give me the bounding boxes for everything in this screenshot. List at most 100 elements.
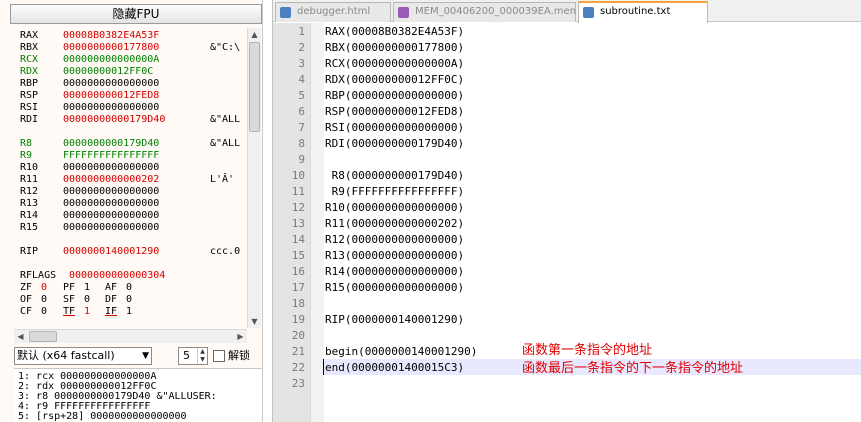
horizontal-scroll-thumb[interactable] (29, 331, 57, 342)
register-name: RDX (20, 66, 39, 77)
flag-pf-value[interactable]: 1 (84, 282, 90, 294)
register-value[interactable]: 0000000000179D40 (63, 138, 159, 150)
code-line[interactable]: R14(0000000000000000) (325, 264, 464, 280)
register-row-r9[interactable]: R9 FFFFFFFFFFFFFFFF (20, 150, 248, 162)
register-value[interactable]: 0000000000000000 (63, 210, 159, 222)
register-value[interactable]: 0000000000000000 (63, 78, 159, 90)
register-row-rbx[interactable]: RBX 0000000000177800 &"C:\ (20, 42, 248, 54)
registers-vertical-scrollbar[interactable]: ▲ ▼ (247, 28, 261, 328)
register-value[interactable]: 0000000000000000 (63, 222, 159, 234)
register-value[interactable]: 0000000000000000 (63, 162, 159, 174)
line-number: 5 (298, 89, 305, 102)
scroll-right-arrow-icon[interactable]: ▶ (234, 330, 247, 343)
code-line[interactable]: RSI(0000000000000000) (325, 120, 464, 136)
register-row-rdi[interactable]: RDI 00000000000179D40 &"ALL (20, 114, 248, 126)
calling-convention-select[interactable]: 默认 (x64 fastcall) ▼ (14, 347, 152, 365)
register-value[interactable]: FFFFFFFFFFFFFFFF (63, 150, 159, 162)
rflags-row[interactable]: RFLAGS 0000000000000304 (20, 270, 248, 282)
scroll-up-arrow-icon[interactable]: ▲ (248, 28, 261, 41)
register-row-rip[interactable]: RIP 0000000140001290 ccc.0 (20, 246, 248, 258)
line-number: 1 (298, 25, 305, 38)
argument-count-spinner[interactable]: 5 ▲ ▼ (178, 347, 208, 365)
tab-mem-00406200-000039ea[interactable]: MEM_00406200_000039EA.mem (393, 2, 576, 22)
register-value[interactable]: 00008B0382E4A53F (63, 30, 159, 42)
code-line[interactable]: R10(0000000000000000) (325, 200, 464, 216)
register-value[interactable]: 0000000000000000 (63, 186, 159, 198)
register-value[interactable]: 0000000000000202 (63, 174, 159, 186)
register-row-r10[interactable]: R10 0000000000000000 (20, 162, 248, 174)
lock-checkbox[interactable] (213, 350, 225, 362)
scroll-left-arrow-icon[interactable]: ◀ (14, 330, 27, 343)
register-value[interactable]: 0000000140001290 (63, 246, 159, 258)
code-line[interactable]: RDI(0000000000179D40) (325, 136, 464, 152)
tab-subroutine[interactable]: subroutine.txt (578, 1, 708, 23)
code-line[interactable]: RBP(0000000000000000) (325, 88, 464, 104)
register-value[interactable]: 000000000012FED8 (63, 90, 159, 102)
register-row-r8[interactable]: R8 0000000000179D40 &"ALL (20, 138, 248, 150)
register-name: R11 (20, 174, 39, 185)
flag-cf-value[interactable]: 0 (41, 306, 47, 318)
flag-df-value[interactable]: 0 (126, 294, 132, 306)
code-line[interactable]: RIP(0000000140001290) (325, 312, 464, 328)
register-row-r15[interactable]: R15 0000000000000000 (20, 222, 248, 234)
code-line[interactable]: RBX(0000000000177800) (325, 40, 464, 56)
spinner-arrows-icon[interactable]: ▲ ▼ (197, 348, 207, 364)
register-row-r11[interactable]: R11 0000000000000202 L'Â' (20, 174, 248, 186)
register-value[interactable]: 0000000000177800 (63, 42, 159, 54)
line-number: 8 (298, 137, 305, 150)
code-line[interactable]: begin(0000000140001290) (325, 344, 477, 360)
register-value[interactable]: 00000000000179D40 (63, 114, 165, 126)
scroll-down-arrow-icon[interactable]: ▼ (248, 315, 261, 328)
dropdown-arrow-icon[interactable]: ▼ (142, 348, 149, 364)
code-line[interactable]: R11(0000000000000202) (325, 216, 464, 232)
flag-sf-value[interactable]: 0 (84, 294, 90, 306)
register-row-r13[interactable]: R13 0000000000000000 (20, 198, 248, 210)
register-comment: &"ALL (210, 138, 241, 149)
register-value[interactable]: 0000000000000000 (63, 198, 159, 210)
code-line[interactable]: R8(0000000000179D40) (325, 168, 464, 184)
flag-pf-name: PF (63, 282, 76, 293)
registers-horizontal-scrollbar[interactable]: ◀ ▶ (14, 329, 247, 343)
register-row-r12[interactable]: R12 0000000000000000 (20, 186, 248, 198)
register-row-rbp[interactable]: RBP 0000000000000000 (20, 78, 248, 90)
register-row-rcx[interactable]: RCX 000000000000000A (20, 54, 248, 66)
flag-tf-value[interactable]: 1 (84, 306, 90, 318)
argument-row[interactable]: 5: [rsp+28] 0000000000000000 (18, 411, 187, 422)
line-number: 11 (291, 185, 305, 198)
code-line[interactable]: RAX(00008B0382E4A53F) (325, 24, 464, 40)
code-line[interactable]: R9(FFFFFFFFFFFFFFFF) (325, 184, 464, 200)
code-line[interactable]: R12(0000000000000000) (325, 232, 464, 248)
code-line[interactable]: R13(0000000000000000) (325, 248, 464, 264)
line-number: 20 (291, 329, 305, 342)
code-line[interactable]: end(00000001400015C3) (325, 360, 464, 376)
code-line[interactable]: RSP(000000000012FED8) (325, 104, 464, 120)
register-name: RAX (20, 30, 39, 41)
register-row-r14[interactable]: R14 0000000000000000 (20, 210, 248, 222)
register-value[interactable]: 000000000000000A (63, 54, 159, 66)
tab-label: MEM_00406200_000039EA.mem (415, 6, 576, 17)
code-line[interactable]: R15(0000000000000000) (325, 280, 464, 296)
file-icon (583, 7, 594, 18)
flag-if-value[interactable]: 1 (126, 306, 132, 318)
register-row-rsp[interactable]: RSP 000000000012FED8 (20, 90, 248, 102)
vertical-scroll-thumb[interactable] (249, 42, 260, 132)
code-line[interactable]: RDX(000000000012FF0C) (325, 72, 464, 88)
line-number: 7 (298, 121, 305, 134)
register-name: R9 (20, 150, 33, 161)
register-row-rdx[interactable]: RDX 00000000012FF0C (20, 66, 248, 78)
flag-zf-value[interactable]: 0 (41, 282, 47, 294)
flag-tf-name: TF (63, 306, 76, 317)
line-number: 6 (298, 105, 305, 118)
register-row-rsi[interactable]: RSI 0000000000000000 (20, 102, 248, 114)
register-value[interactable]: 00000000012FF0C (63, 66, 153, 78)
rflags-value[interactable]: 0000000000000304 (69, 270, 165, 282)
flag-af-value[interactable]: 0 (126, 282, 132, 294)
flag-of-value[interactable]: 0 (41, 294, 47, 306)
register-name: R13 (20, 198, 39, 209)
register-value[interactable]: 0000000000000000 (63, 102, 159, 114)
register-row-rax[interactable]: RAX 00008B0382E4A53F (20, 30, 248, 42)
code-line[interactable]: RCX(000000000000000A) (325, 56, 464, 72)
tab-debugger[interactable]: debugger.html (275, 2, 391, 22)
hide-fpu-button[interactable]: 隐藏FPU (10, 4, 262, 24)
tab-label: subroutine.txt (600, 6, 671, 17)
